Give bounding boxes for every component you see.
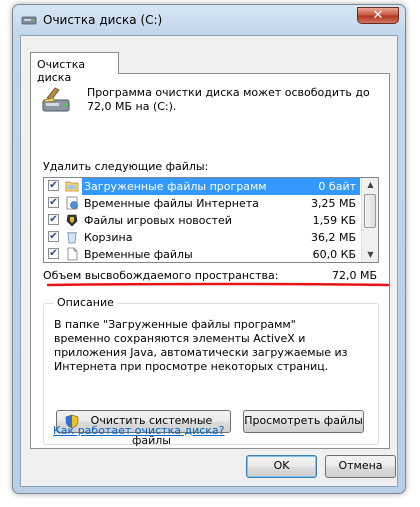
ok-button[interactable]: OK <box>246 455 317 478</box>
file-checkbox[interactable]: ✔ <box>48 197 59 208</box>
intro-text: Программа очистки диска может освободить… <box>87 86 370 113</box>
close-icon: ✕ <box>372 8 384 23</box>
scroll-up-arrow-icon[interactable]: ▲ <box>364 178 377 192</box>
files-to-delete-list[interactable]: ✔ Загруженные файлы программ 0 байт ✔ Вр… <box>43 177 379 263</box>
scroll-down-arrow-icon[interactable]: ▼ <box>364 248 377 262</box>
file-name: Файлы игровых новостей <box>84 214 232 227</box>
view-files-button[interactable]: Просмотреть файлы <box>243 410 364 433</box>
disk-cleanup-app-icon <box>21 16 37 25</box>
list-item[interactable]: ✔ Временные файлы 60,0 КБ <box>44 246 362 262</box>
file-name: Временные файлы <box>84 248 193 261</box>
list-item[interactable]: ✔ Временные файлы Интернета 3,25 МБ <box>44 195 362 212</box>
close-button[interactable]: ✕ <box>357 7 399 24</box>
scroll-thumb[interactable] <box>364 194 376 228</box>
freed-space-label: Объем высвобождаемого пространства: <box>43 269 279 282</box>
tab-disk-cleanup[interactable]: Очистка диска <box>30 52 119 84</box>
list-item[interactable]: ✔ Файлы игровых новостей 1,59 КБ <box>44 212 362 229</box>
disk-drive-cleanup-icon <box>42 87 70 112</box>
file-size: 3,25 МБ <box>310 197 356 210</box>
cancel-button[interactable]: Отмена <box>325 455 396 478</box>
file-checkbox[interactable]: ✔ <box>48 248 59 259</box>
description-text: В папке "Загруженные файлы программ" вре… <box>54 318 348 373</box>
check-icon: ✔ <box>49 197 58 208</box>
red-highlight-underline <box>47 282 389 287</box>
title-bar[interactable]: Очистка диска (C:) ✕ <box>13 5 405 35</box>
file-name: Корзина <box>84 231 133 244</box>
file-list-label: Удалить следующие файлы: <box>43 160 209 173</box>
internet-files-icon <box>66 196 78 210</box>
check-icon: ✔ <box>49 231 58 242</box>
list-item[interactable]: ✔ Корзина 36,2 МБ <box>44 229 362 246</box>
file-checkbox[interactable]: ✔ <box>48 231 59 242</box>
file-name: Временные файлы Интернета <box>84 197 259 210</box>
dialog-client-area: Очистка диска Программа очистки диска мо… <box>20 35 398 487</box>
window-title: Очистка диска (C:) <box>43 13 163 27</box>
file-checkbox[interactable]: ✔ <box>48 180 59 191</box>
game-news-icon <box>66 214 78 227</box>
recycle-bin-icon <box>67 232 77 244</box>
check-icon: ✔ <box>49 214 58 225</box>
file-size: 60,0 КБ <box>312 248 356 261</box>
check-icon: ✔ <box>49 248 58 259</box>
file-size: 36,2 МБ <box>310 231 356 244</box>
folder-program-icon <box>65 181 79 192</box>
file-size: 1,59 КБ <box>312 214 356 227</box>
file-checkbox[interactable]: ✔ <box>48 214 59 225</box>
temp-file-icon <box>67 247 78 261</box>
list-item[interactable]: ✔ Загруженные файлы программ 0 байт <box>44 178 362 195</box>
how-cleanup-works-link[interactable]: Как работает очистка диска? <box>53 424 225 437</box>
file-size: 0 байт <box>276 178 358 195</box>
disk-cleanup-window: Очистка диска (C:) ✕ Очистка диска Прогр… <box>12 4 406 494</box>
description-title: Описание <box>54 296 117 309</box>
freed-space-value: 72,0 МБ <box>331 269 377 282</box>
list-scrollbar[interactable]: ▲ ▼ <box>361 178 378 262</box>
tab-panel: Программа очистки диска может освободить… <box>30 73 390 449</box>
check-icon: ✔ <box>49 180 58 191</box>
